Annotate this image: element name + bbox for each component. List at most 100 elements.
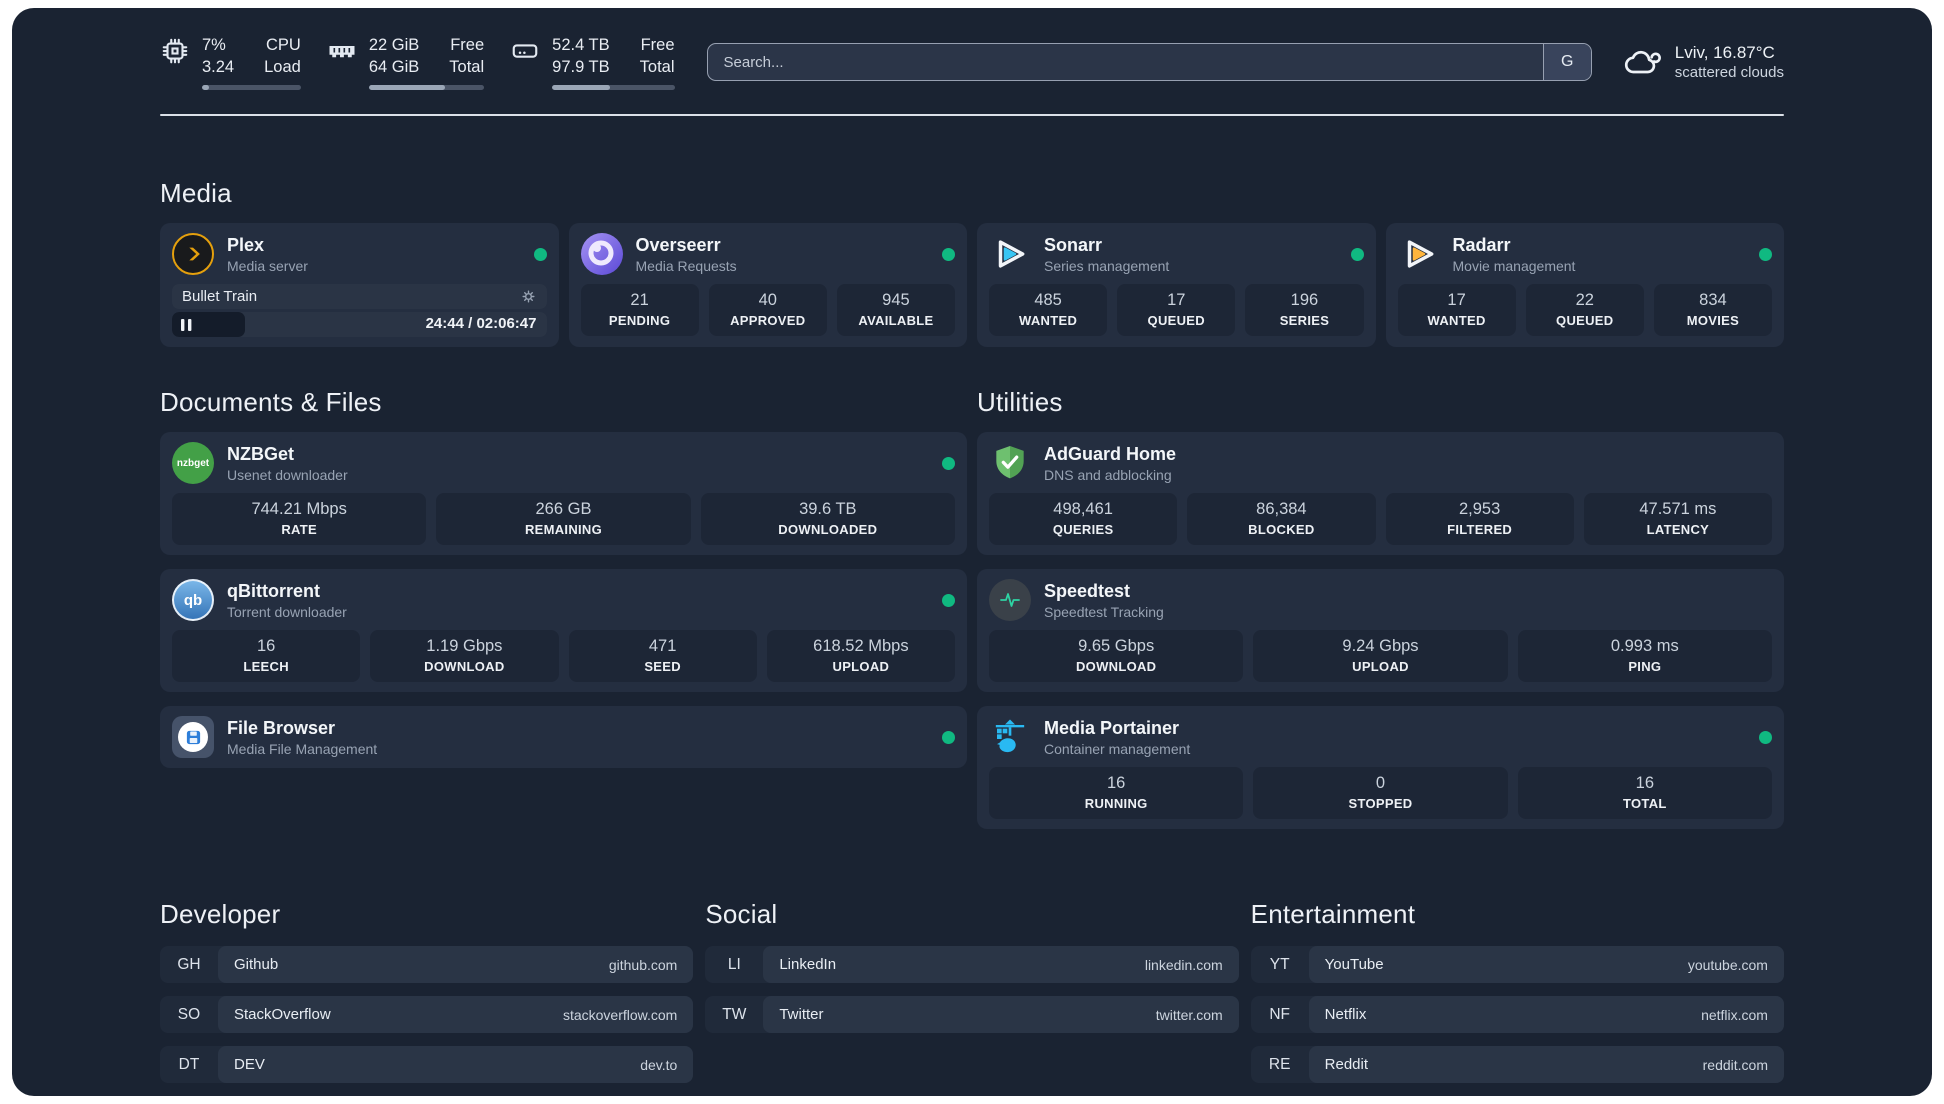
app-name: Overseerr	[635, 234, 721, 255]
status-dot-online	[942, 593, 955, 607]
app-name: Sonarr	[1044, 234, 1103, 255]
scattered-clouds-icon	[1624, 50, 1661, 74]
search-bar: G	[706, 43, 1592, 81]
entertainment-group: Entertainment YT YouTube youtube.com NF N…	[1250, 899, 1784, 1083]
now-playing-time: 24:44 / 02:06:47	[425, 315, 537, 332]
app-description: Usenet downloader	[227, 466, 348, 483]
dashboard: 7% 3.24 CPU Load 22 GiB 64 GiB Free Tota…	[12, 8, 1932, 1096]
bookmark-stackoverflow[interactable]: SO StackOverflow stackoverflow.com	[160, 996, 694, 1033]
adguard-icon	[989, 442, 1031, 484]
status-dot-online	[942, 730, 955, 744]
filebrowser-icon	[172, 716, 214, 758]
app-description: Media server	[227, 257, 308, 274]
app-card-overseerr[interactable]: Overseerr Media Requests 21 PENDING 40 APP…	[568, 223, 967, 347]
utilities-column: Utilities AdGuard Home DNS and adblockin…	[977, 387, 1784, 829]
memory-icon	[329, 45, 355, 57]
app-name: NZBGet	[227, 443, 294, 464]
app-card-sonarr[interactable]: Sonarr Series management 485 WANTED 17 QUE…	[977, 223, 1376, 347]
bookmark-twitter[interactable]: TW Twitter twitter.com	[705, 996, 1239, 1033]
app-description: Series management	[1044, 257, 1170, 274]
status-dot-online	[1350, 247, 1364, 261]
stat-tile: 196 SERIES	[1245, 284, 1364, 336]
overseerr-icon	[580, 233, 623, 275]
stat-tile: 9.65 Gbps DOWNLOAD	[989, 630, 1244, 682]
portainer-icon	[989, 716, 1031, 758]
app-name: qBittorrent	[227, 580, 320, 601]
developer-group: Developer GH Github github.com SO StackOv…	[160, 899, 694, 1083]
status-dot-online	[1759, 247, 1772, 261]
app-card-portainer[interactable]: Media Portainer Container management 16 R…	[977, 706, 1784, 829]
status-dot-online	[942, 247, 955, 261]
disk-progress-bar	[552, 85, 675, 91]
stat-tile: 498,461 QUERIES	[989, 493, 1178, 545]
app-card-radarr[interactable]: Radarr Movie management 17 WANTED 22 QUEUE…	[1385, 223, 1784, 347]
app-name: Media Portainer	[1044, 717, 1180, 738]
stat-tile: 47.571 ms LATENCY	[1583, 493, 1772, 545]
now-playing-progress: 24:44 / 02:06:47	[172, 312, 547, 337]
stat-tile: 266 GB REMAINING	[436, 493, 691, 545]
cpu-icon	[162, 38, 188, 64]
section-title-social: Social	[705, 899, 778, 929]
stat-tile: 39.6 TB DOWNLOADED	[700, 493, 955, 545]
bookmark-youtube[interactable]: YT YouTube youtube.com	[1250, 946, 1784, 983]
social-group: Social LI LinkedIn linkedin.com TW Twitte…	[705, 899, 1239, 1083]
now-playing-row: Bullet Train	[172, 284, 547, 309]
app-card-speedtest[interactable]: Speedtest Speedtest Tracking 9.65 Gbps DO…	[977, 569, 1784, 692]
stat-tile: 1.19 Gbps DOWNLOAD	[370, 630, 559, 682]
app-name: Speedtest	[1044, 580, 1131, 601]
status-dot-online	[533, 247, 547, 261]
section-title-entertainment: Entertainment	[1250, 899, 1416, 929]
app-card-filebrowser[interactable]: File Browser Media File Management	[160, 706, 967, 768]
disk-labels: Free Total	[639, 35, 675, 76]
app-name: Radarr	[1452, 234, 1511, 255]
app-name: Plex	[227, 234, 265, 255]
cpu-progress-bar	[202, 85, 301, 91]
stat-tile: 485 WANTED	[989, 284, 1108, 336]
weather-condition: scattered clouds	[1674, 64, 1784, 81]
stat-tile: 16 RUNNING	[989, 767, 1244, 819]
documents-column: Documents & Files nzbget NZBGet Usenet d…	[160, 387, 967, 829]
app-description: Speedtest Tracking	[1044, 603, 1164, 620]
bookmark-linkedin[interactable]: LI LinkedIn linkedin.com	[705, 946, 1239, 983]
stat-tile: 0 STOPPED	[1253, 767, 1508, 819]
plex-icon	[172, 233, 214, 275]
search-input[interactable]	[707, 44, 1543, 80]
bookmark-reddit[interactable]: RE Reddit reddit.com	[1250, 1046, 1784, 1083]
memory-widget: 22 GiB 64 GiB Free Total	[327, 34, 485, 91]
stat-tile: 9.24 Gbps UPLOAD	[1253, 630, 1508, 682]
stat-tile: 834 MOVIES	[1653, 284, 1773, 336]
disk-icon	[512, 44, 538, 58]
now-playing-title: Bullet Train	[182, 288, 258, 305]
app-card-plex[interactable]: Plex Media server Bullet Train 24:44 / 0…	[160, 223, 559, 347]
stat-tile: 16 LEECH	[172, 630, 361, 682]
stat-tile: 86,384 BLOCKED	[1187, 493, 1376, 545]
stat-tile: 945 AVAILABLE	[836, 284, 956, 336]
app-description: Container management	[1044, 740, 1191, 757]
disk-values: 52.4 TB 97.9 TB	[552, 35, 610, 76]
section-title-media: Media	[160, 178, 232, 208]
stat-tile: 22 QUEUED	[1525, 284, 1644, 336]
app-card-qbittorrent[interactable]: qb qBittorrent Torrent downloader 16 LEEC…	[160, 569, 967, 692]
bookmark-netflix[interactable]: NF Netflix netflix.com	[1250, 996, 1784, 1033]
search-engine-button[interactable]: G	[1542, 44, 1591, 80]
app-card-adguard[interactable]: AdGuard Home DNS and adblocking 498,461 Q…	[977, 432, 1784, 555]
app-name: File Browser	[227, 717, 336, 738]
disk-widget: 52.4 TB 97.9 TB Free Total	[510, 34, 675, 91]
radarr-icon	[1398, 233, 1440, 275]
cpu-widget: 7% 3.24 CPU Load	[160, 34, 301, 91]
nzbget-icon: nzbget	[172, 442, 214, 484]
sonarr-icon	[989, 233, 1031, 275]
app-description: Media Requests	[635, 257, 737, 274]
gear-icon[interactable]	[520, 288, 537, 305]
stat-tile: 21 PENDING	[580, 284, 699, 336]
bookmark-dev[interactable]: DT DEV dev.to	[160, 1046, 694, 1083]
section-title-utilities: Utilities	[977, 387, 1063, 417]
stat-tile: 2,953 FILTERED	[1385, 493, 1574, 545]
app-card-nzbget[interactable]: nzbget NZBGet Usenet downloader 744.21 M…	[160, 432, 967, 555]
top-bar: 7% 3.24 CPU Load 22 GiB 64 GiB Free Tota…	[160, 34, 1784, 91]
bookmark-github[interactable]: GH Github github.com	[160, 946, 694, 983]
stat-tile: 471 SEED	[568, 630, 757, 682]
stat-tile: 618.52 Mbps UPLOAD	[766, 630, 955, 682]
weather-widget: Lviv, 16.87°C scattered clouds	[1622, 42, 1784, 82]
stat-tile: 40 APPROVED	[708, 284, 827, 336]
